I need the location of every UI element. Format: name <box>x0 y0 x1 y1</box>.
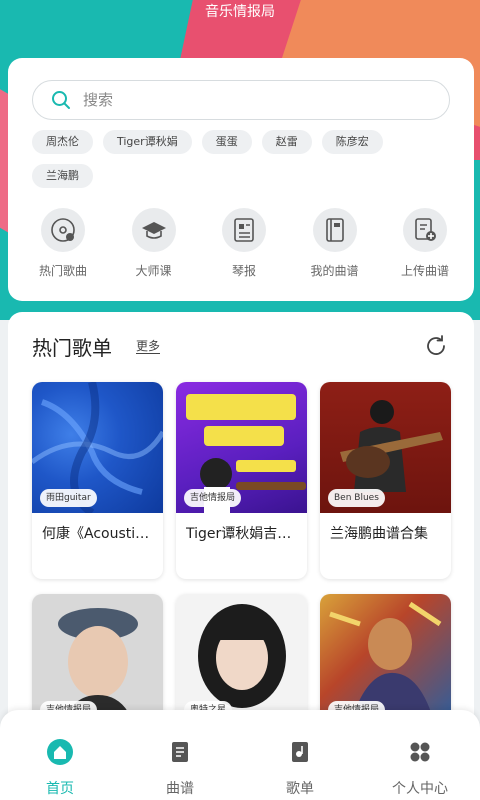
nav-label: 曲谱 <box>166 781 194 797</box>
app-title: 音乐情报局 <box>205 4 275 20</box>
hot-playlists-card: 热门歌单 更多 雨田guitar 何康《Acoustic Painting》专… <box>8 312 474 732</box>
tag-item[interactable]: 周杰伦 <box>32 130 93 154</box>
search-bar[interactable] <box>32 80 450 120</box>
playlist-cover: 吉他情报局 <box>32 594 163 725</box>
playlist-badge: 吉他情报局 <box>184 489 242 507</box>
nav-label: 个人中心 <box>392 781 448 797</box>
quick-master-class[interactable]: 大师课 <box>115 208 193 279</box>
playlist-cover: 奥特之星 <box>176 594 307 725</box>
search-input[interactable] <box>83 91 403 109</box>
playlist-card[interactable]: 吉他情报局 <box>320 594 451 725</box>
quick-label: 热门歌曲 <box>38 264 87 278</box>
nav-scores[interactable]: 曲谱 <box>125 738 235 800</box>
tag-item[interactable]: 兰海鹏 <box>32 164 93 188</box>
playlist-cover: 吉他情报局 <box>320 594 451 725</box>
tag-item[interactable]: Tiger谭秋娟 <box>103 130 192 154</box>
bottom-nav: 首页 曲谱 歌单 个人中心 <box>0 710 480 800</box>
playlist-icon <box>286 738 314 766</box>
playlist-title: Tiger谭秋娟吉他教学合集配套… <box>186 526 299 542</box>
more-link[interactable]: 更多 <box>136 340 161 354</box>
nav-profile[interactable]: 个人中心 <box>365 738 475 800</box>
hot-tags: 周杰伦 Tiger谭秋娟 蛋蛋 赵雷 陈彦宏 兰海鹏 <box>32 130 452 198</box>
playlist-card[interactable]: 吉他情报局 <box>32 594 163 725</box>
playlist-cover: Ben Blues <box>320 382 451 513</box>
profile-icon <box>406 738 434 766</box>
disc-icon <box>41 208 85 252</box>
news-icon <box>222 208 266 252</box>
nav-label: 歌单 <box>286 781 314 797</box>
quick-news[interactable]: 琴报 <box>205 208 283 279</box>
nav-home[interactable]: 首页 <box>5 738 115 800</box>
playlist-badge: 雨田guitar <box>40 489 97 507</box>
search-card: 周杰伦 Tiger谭秋娟 蛋蛋 赵雷 陈彦宏 兰海鹏 热门歌曲 大师课 琴报 <box>8 58 474 301</box>
quick-hot-songs[interactable]: 热门歌曲 <box>24 208 102 279</box>
quick-label: 我的曲谱 <box>310 264 359 278</box>
quick-links: 热门歌曲 大师课 琴报 我的曲谱 上传曲谱 <box>24 208 464 279</box>
playlist-title: 何康《Acoustic Painting》专… <box>42 526 155 542</box>
playlist-cover: 雨田guitar <box>32 382 163 513</box>
playlist-card[interactable]: 奥特之星 <box>176 594 307 725</box>
quick-label: 大师课 <box>135 264 172 278</box>
tag-item[interactable]: 蛋蛋 <box>201 130 252 154</box>
playlist-card[interactable]: 雨田guitar 何康《Acoustic Painting》专… <box>32 382 163 579</box>
graduation-cap-icon <box>131 208 176 252</box>
quick-label: 琴报 <box>231 264 256 278</box>
upload-score-icon <box>403 208 447 252</box>
nav-label: 首页 <box>46 781 74 797</box>
playlist-title: 兰海鹏曲谱合集 <box>330 526 428 542</box>
playlist-cover: 吉他情报局 <box>176 382 307 513</box>
quick-label: 上传曲谱 <box>400 264 449 278</box>
playlist-card[interactable]: 吉他情报局 Tiger谭秋娟吉他教学合集配套… <box>176 382 307 579</box>
section-title: 热门歌单 <box>32 336 112 360</box>
tag-item[interactable]: 赵雷 <box>261 130 312 154</box>
score-icon <box>166 738 194 766</box>
tag-item[interactable]: 陈彦宏 <box>321 130 383 154</box>
nav-playlists[interactable]: 歌单 <box>245 738 355 800</box>
playlist-badge: Ben Blues <box>328 489 385 507</box>
refresh-icon[interactable] <box>424 334 448 358</box>
home-icon <box>46 738 74 766</box>
quick-my-scores[interactable]: 我的曲谱 <box>296 208 374 279</box>
playlist-card[interactable]: Ben Blues 兰海鹏曲谱合集 <box>320 382 451 579</box>
book-icon <box>312 208 357 252</box>
search-icon <box>52 91 70 109</box>
quick-upload-score[interactable]: 上传曲谱 <box>386 208 464 279</box>
